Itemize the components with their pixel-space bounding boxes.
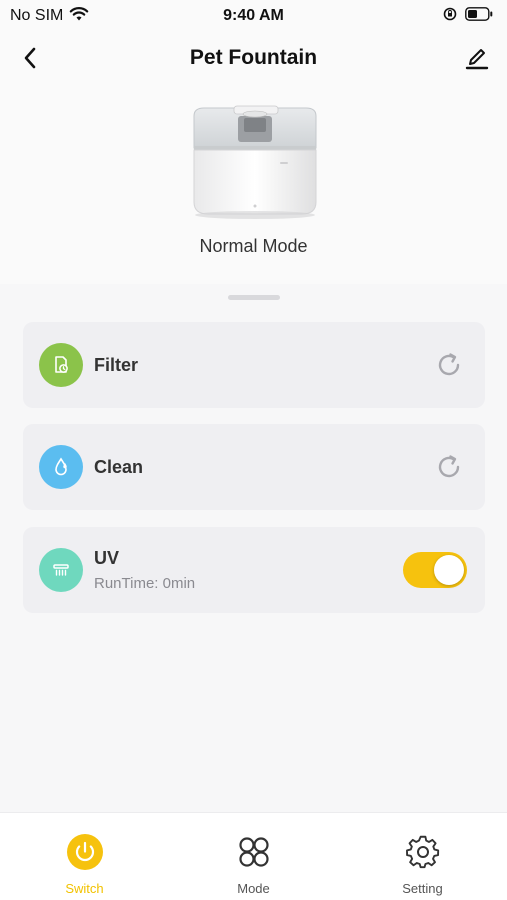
uv-card: UV RunTime: 0min [23, 527, 485, 613]
clean-card[interactable]: Clean [23, 424, 485, 510]
status-right [443, 6, 493, 26]
bottom-tab-bar: Switch Mode Setting [0, 812, 507, 900]
battery-icon [465, 6, 493, 26]
filter-card[interactable]: Filter [23, 322, 485, 408]
orientation-lock-icon [443, 7, 457, 26]
filter-title: Filter [94, 354, 139, 375]
gear-icon [404, 833, 442, 871]
chevron-left-icon [24, 47, 36, 69]
tab-switch[interactable]: Switch [0, 813, 169, 900]
edit-button[interactable] [461, 42, 493, 74]
page-title: Pet Fountain [189, 46, 318, 69]
navigation-header: Pet Fountain [0, 32, 507, 84]
refresh-icon [438, 353, 460, 376]
filter-icon [39, 343, 83, 387]
uv-card-text: UV RunTime: 0min [94, 548, 195, 592]
filter-reset-button[interactable] [433, 349, 465, 381]
uv-toggle[interactable] [403, 552, 467, 588]
device-mode-label: Normal Mode [199, 236, 308, 256]
clean-title: Clean [94, 456, 144, 477]
back-button[interactable] [14, 42, 46, 74]
power-icon [66, 833, 104, 871]
pencil-icon [465, 49, 489, 70]
uv-runtime: RunTime: 0min [94, 575, 196, 592]
tab-switch-label: Switch [65, 881, 104, 896]
tab-mode[interactable]: Mode [169, 813, 338, 900]
status-bar: No SIM 9:40 AM [0, 0, 507, 32]
filter-card-text: Filter [94, 355, 138, 376]
sheet-drag-handle[interactable] [228, 295, 280, 300]
uv-toggle-knob [434, 555, 464, 585]
carrier-label: No SIM [10, 7, 64, 24]
wifi-icon [69, 6, 89, 27]
four-circles-icon [235, 833, 273, 871]
uv-lamp-icon [39, 548, 83, 592]
refresh-icon [438, 455, 460, 478]
device-hero: Normal Mode [0, 84, 507, 284]
tab-setting-label: Setting [402, 881, 443, 896]
status-left: No SIM [10, 6, 89, 27]
water-drop-icon [39, 445, 83, 489]
tab-setting[interactable]: Setting [338, 813, 507, 900]
uv-title: UV [94, 548, 120, 568]
clean-reset-button[interactable] [433, 451, 465, 483]
tab-mode-label: Mode [237, 881, 270, 896]
clean-card-text: Clean [94, 457, 143, 478]
pet-fountain-image [193, 105, 317, 219]
